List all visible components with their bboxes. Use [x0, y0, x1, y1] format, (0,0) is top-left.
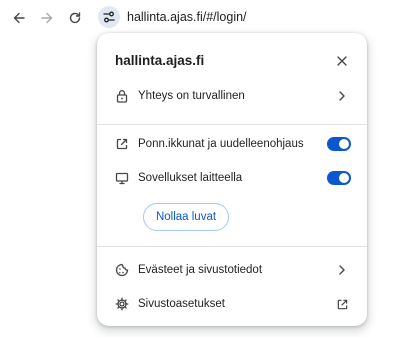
- permission-label: Ponn.ikkunat ja uudelleenohjaus: [138, 138, 304, 150]
- address-bar-url[interactable]: hallinta.ajas.fi/#/login/: [127, 10, 247, 24]
- site-info-button[interactable]: [98, 6, 120, 28]
- connection-secure-row[interactable]: Yhteys on turvallinen: [97, 82, 367, 110]
- site-info-popup: hallinta.ajas.fi Yhteys on turvallinen P…: [97, 33, 367, 326]
- close-button[interactable]: [334, 53, 350, 69]
- open-in-new-icon: [114, 136, 130, 152]
- site-settings-row[interactable]: Sivustoasetukset: [97, 290, 367, 318]
- connection-label: Yhteys on turvallinen: [138, 90, 245, 102]
- permission-apps-row[interactable]: Sovellukset laitteella: [97, 164, 367, 192]
- permission-label: Sovellukset laitteella: [138, 172, 243, 184]
- open-in-new-icon: [334, 296, 350, 312]
- monitor-icon: [114, 170, 130, 186]
- back-button[interactable]: [8, 7, 30, 29]
- popup-title: hallinta.ajas.fi: [115, 53, 205, 68]
- close-icon: [337, 56, 347, 66]
- reload-button[interactable]: [64, 7, 86, 29]
- chevron-right-icon: [334, 88, 350, 104]
- toggle-knob: [339, 173, 349, 183]
- divider: [97, 246, 367, 247]
- cookies-label: Evästeet ja sivustotiedot: [138, 264, 263, 276]
- tune-icon: [103, 11, 115, 23]
- gear-icon: [114, 296, 130, 312]
- cookies-row[interactable]: Evästeet ja sivustotiedot: [97, 256, 367, 284]
- browser-toolbar: hallinta.ajas.fi/#/login/: [0, 0, 400, 36]
- arrow-left-icon: [13, 12, 25, 24]
- toggle-knob: [339, 139, 349, 149]
- chevron-right-icon: [334, 262, 350, 278]
- forward-button[interactable]: [36, 7, 58, 29]
- reset-permissions-button[interactable]: Nollaa luvat: [143, 203, 229, 231]
- apps-toggle[interactable]: [327, 171, 351, 185]
- arrow-right-icon: [41, 12, 53, 24]
- permission-popups-row[interactable]: Ponn.ikkunat ja uudelleenohjaus: [97, 130, 367, 158]
- reload-icon: [69, 12, 81, 24]
- site-settings-label: Sivustoasetukset: [138, 298, 225, 310]
- popups-toggle[interactable]: [327, 137, 351, 151]
- divider: [97, 124, 367, 125]
- lock-icon: [114, 88, 130, 104]
- cookie-icon: [114, 262, 130, 278]
